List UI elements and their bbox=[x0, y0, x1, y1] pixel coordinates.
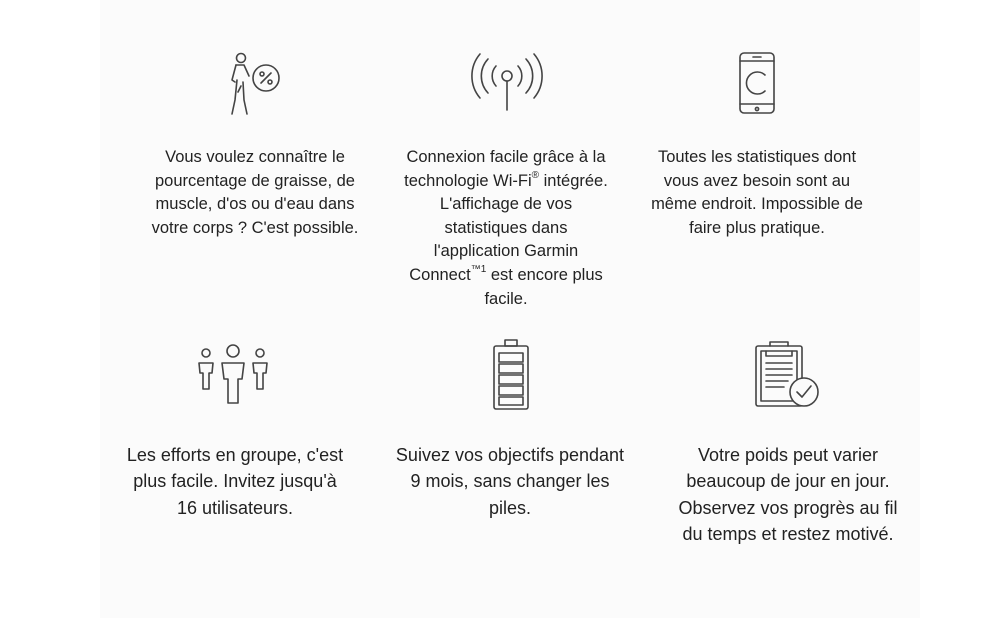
body-composition-text: Vous voulez connaître le pourcentage de … bbox=[130, 146, 380, 240]
wifi-line-6: Connect™1 est encore plus bbox=[409, 264, 603, 284]
body-line-2: pourcentage de graisse, de bbox=[155, 171, 355, 190]
registered-mark: ® bbox=[531, 170, 540, 182]
wifi-line-4: statistiques dans bbox=[444, 218, 568, 237]
weight-line-4: du temps et restez motivé. bbox=[682, 524, 894, 545]
weight-progress-text: Votre poids peut varier beaucoup de jour… bbox=[643, 442, 933, 548]
wifi-line-3: L'affichage de vos bbox=[439, 195, 573, 214]
stats-line-3: même endroit. Impossible de bbox=[651, 195, 863, 214]
body-line-1: Vous voulez connaître le bbox=[165, 148, 345, 166]
battery-line-1: Suivez vos objectifs pendant bbox=[395, 445, 625, 465]
weight-line-3: Observez vos progrès au fil bbox=[678, 497, 898, 518]
body-line-4: votre corps ? C'est possible. bbox=[151, 218, 359, 237]
wifi-line-5: l'application Garmin bbox=[433, 242, 579, 261]
wifi-line-1: Connexion facile grâce à la bbox=[406, 148, 606, 166]
wifi-signal-icon bbox=[471, 53, 543, 112]
group-text: Les efforts en groupe, c'est plus facile… bbox=[95, 442, 375, 521]
group-line-1: Les efforts en groupe, c'est bbox=[126, 445, 344, 465]
weight-line-1: Votre poids peut varier bbox=[697, 445, 879, 465]
body-line-3: muscle, d'os ou d'eau dans bbox=[155, 195, 355, 214]
statistics-text: Toutes les statistiques dont vous avez b… bbox=[632, 146, 882, 240]
stats-line-4: faire plus pratique. bbox=[689, 218, 825, 237]
group-line-3: 16 utilisateurs. bbox=[176, 497, 294, 518]
battery-icon bbox=[492, 339, 530, 411]
wifi-text: Connexion facile grâce à la technologie … bbox=[381, 146, 631, 311]
group-users-icon bbox=[196, 343, 270, 405]
wifi-line-7: facile. bbox=[484, 289, 528, 308]
group-line-2: plus facile. Invitez jusqu'à bbox=[133, 471, 337, 492]
wifi-line-2: technologie Wi-Fi® intégrée. bbox=[404, 170, 608, 190]
stats-line-2: vous avez besoin sont au bbox=[663, 171, 851, 190]
battery-text: Suivez vos objectifs pendant 9 mois, san… bbox=[370, 442, 650, 521]
body-composition-icon bbox=[226, 52, 284, 116]
weight-line-2: beaucoup de jour en jour. bbox=[686, 471, 890, 492]
stats-line-1: Toutes les statistiques dont bbox=[657, 148, 857, 166]
battery-line-2: 9 mois, sans changer les bbox=[410, 471, 610, 492]
smartphone-icon bbox=[738, 51, 776, 115]
battery-line-3: piles. bbox=[488, 497, 532, 518]
trademark-mark: ™1 bbox=[470, 264, 487, 276]
clipboard-check-icon bbox=[754, 339, 824, 411]
